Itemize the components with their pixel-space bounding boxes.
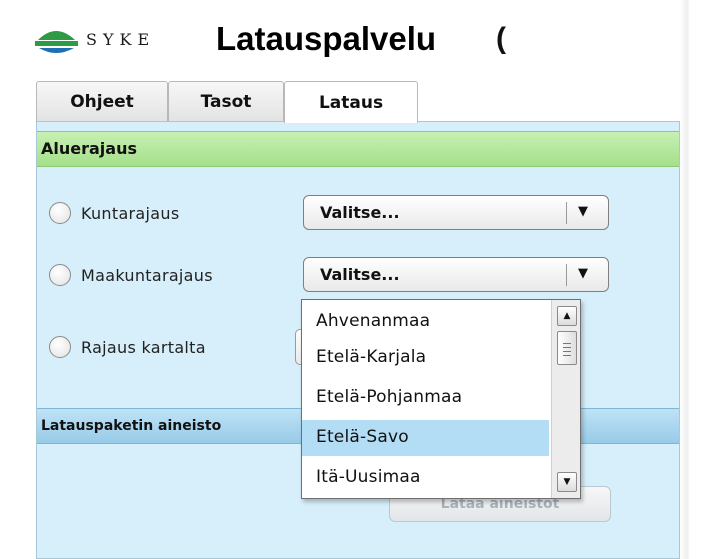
tab-lataus[interactable]: Lataus bbox=[284, 81, 418, 123]
chevron-down-icon[interactable]: ▼ bbox=[578, 266, 588, 281]
dropdown-option[interactable]: Etelä-Karjala bbox=[302, 340, 549, 376]
select-divider bbox=[566, 202, 567, 224]
option-maakuntarajaus: Maakuntarajaus bbox=[49, 260, 213, 290]
kuntarajaus-label: Kuntarajaus bbox=[81, 203, 180, 223]
rajaus-kartalta-label: Rajaus kartalta bbox=[81, 337, 206, 357]
dropdown-scrollbar[interactable]: ▲ ▼ bbox=[551, 300, 580, 498]
dropdown-option[interactable]: Itä-Uusimaa bbox=[302, 460, 549, 496]
header: SYKE Latauspalvelu ( bbox=[22, 10, 696, 72]
app-window: SYKE Latauspalvelu ( Ohjeet Tasot Lataus… bbox=[0, 0, 701, 559]
dropdown-option[interactable]: Ahvenanmaa bbox=[302, 304, 549, 340]
select-divider bbox=[566, 264, 567, 286]
syke-logo-icon bbox=[35, 31, 78, 53]
chevron-down-icon[interactable]: ▼ bbox=[578, 204, 588, 219]
window-edge bbox=[680, 0, 690, 559]
page-title: Latauspalvelu bbox=[216, 20, 437, 57]
section-header-aluerajaus: Aluerajaus bbox=[37, 131, 679, 167]
maakuntarajaus-label: Maakuntarajaus bbox=[81, 265, 213, 285]
maakunta-dropdown-list: Ahvenanmaa Etelä-Karjala Etelä-Pohjanmaa… bbox=[301, 299, 581, 499]
dropdown-option-highlighted[interactable]: Etelä-Savo bbox=[302, 420, 549, 456]
dropdown-option[interactable]: Etelä-Pohjanmaa bbox=[302, 380, 549, 416]
maakunta-select-value: Valitse... bbox=[320, 265, 400, 284]
maakuntarajaus-radio[interactable] bbox=[49, 264, 71, 286]
kunta-select-value: Valitse... bbox=[320, 203, 400, 222]
tab-ohjeet[interactable]: Ohjeet bbox=[36, 81, 168, 121]
scroll-thumb[interactable] bbox=[557, 331, 577, 365]
kunta-select[interactable]: Valitse... ▼ bbox=[303, 195, 609, 230]
kuntarajaus-radio[interactable] bbox=[49, 202, 71, 224]
option-rajaus-kartalta: Rajaus kartalta bbox=[49, 332, 206, 362]
brand-name: SYKE bbox=[86, 30, 156, 49]
option-kuntarajaus: Kuntarajaus bbox=[49, 198, 179, 228]
tab-tasot[interactable]: Tasot bbox=[168, 81, 284, 121]
scroll-down-icon[interactable]: ▼ bbox=[557, 472, 577, 492]
title-trailing-text: ( bbox=[496, 22, 506, 55]
rajaus-kartalta-radio[interactable] bbox=[49, 336, 71, 358]
scroll-up-icon[interactable]: ▲ bbox=[557, 306, 577, 326]
maakunta-select[interactable]: Valitse... ▼ bbox=[303, 257, 609, 292]
